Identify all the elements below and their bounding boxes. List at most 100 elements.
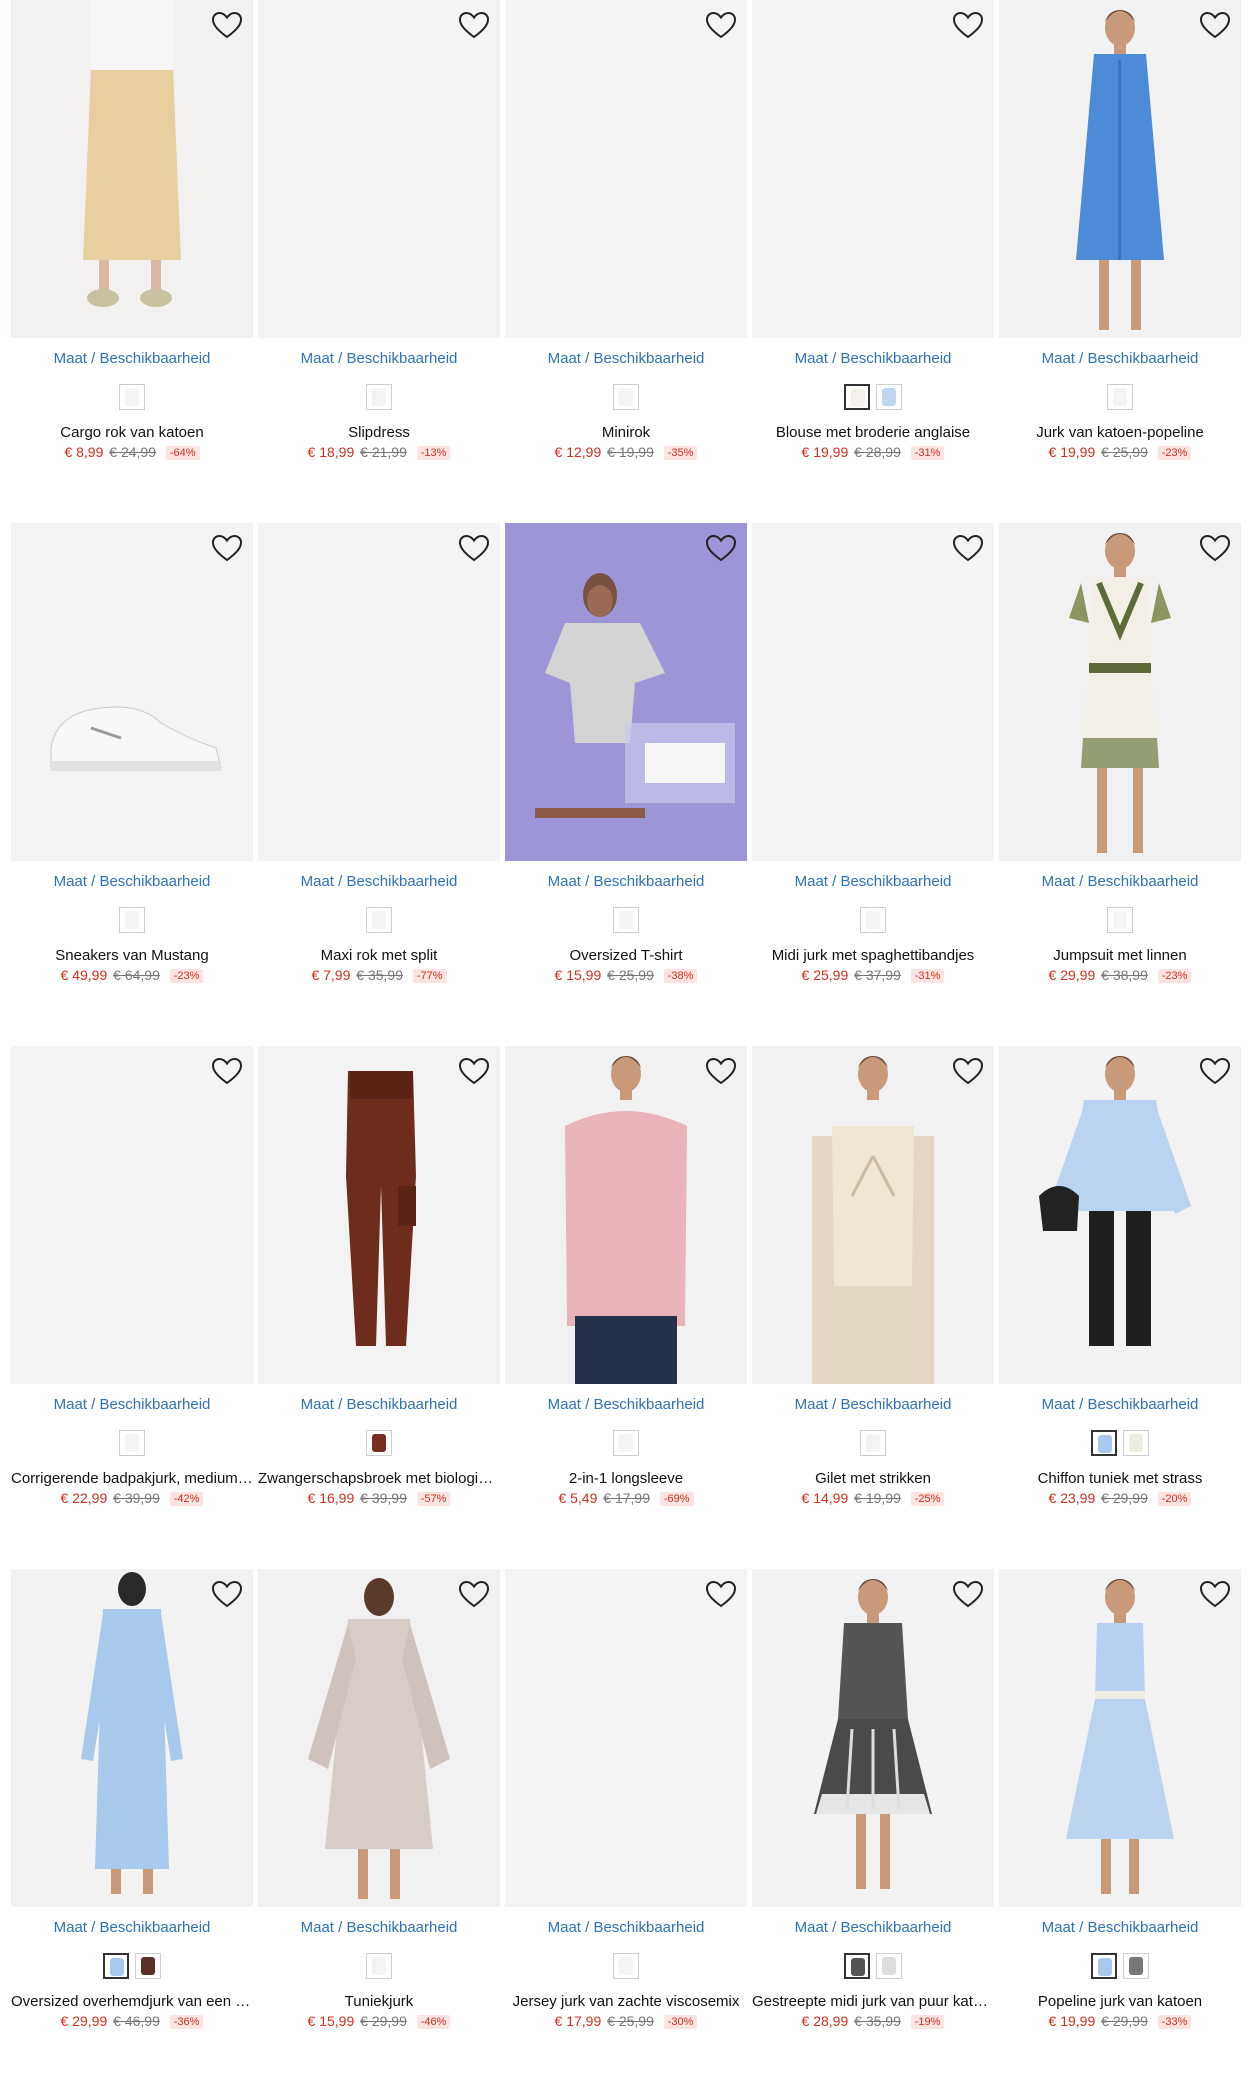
color-swatch[interactable] [1091,1953,1117,1979]
wishlist-heart-icon[interactable] [952,533,984,563]
size-availability-link[interactable]: Maat / Beschikbaarheid [752,873,994,890]
size-availability-link[interactable]: Maat / Beschikbaarheid [505,873,747,890]
size-availability-link[interactable]: Maat / Beschikbaarheid [11,1919,253,1936]
product-title[interactable]: Midi jurk met spaghettibandjes [752,947,994,964]
product-image[interactable] [505,1569,747,1907]
product-title[interactable]: Popeline jurk van katoen [999,1993,1241,2010]
product-card[interactable]: Maat / Beschikbaarheid Maxi rok met spli… [258,523,500,993]
product-title[interactable]: Maxi rok met split [258,947,500,964]
size-availability-link[interactable]: Maat / Beschikbaarheid [752,1396,994,1413]
product-title[interactable]: Jumpsuit met linnen [999,947,1241,964]
wishlist-heart-icon[interactable] [458,533,490,563]
product-card[interactable]: Maat / Beschikbaarheid Jurk van katoen-p… [999,0,1241,470]
wishlist-heart-icon[interactable] [1199,1056,1231,1086]
product-title[interactable]: Jersey jurk van zachte viscosemix [505,1993,747,2010]
product-title[interactable]: Minirok [505,424,747,441]
product-card[interactable]: Maat / Beschikbaarheid Sneakers van Must… [11,523,253,993]
product-title[interactable]: Sneakers van Mustang [11,947,253,964]
wishlist-heart-icon[interactable] [458,10,490,40]
product-title[interactable]: Zwangerschapsbroek met biologisc… [258,1470,500,1487]
color-swatch[interactable] [613,1953,639,1979]
product-card[interactable]: Maat / Beschikbaarheid Minirok € 12,99 €… [505,0,747,470]
product-card[interactable]: Maat / Beschikbaarheid Zwangerschapsbroe… [258,1046,500,1516]
wishlist-heart-icon[interactable] [952,1056,984,1086]
size-availability-link[interactable]: Maat / Beschikbaarheid [999,1919,1241,1936]
product-image[interactable] [258,1569,500,1907]
product-image[interactable] [505,1046,747,1384]
product-title[interactable]: Jurk van katoen-popeline [999,424,1241,441]
size-availability-link[interactable]: Maat / Beschikbaarheid [258,350,500,367]
color-swatch[interactable] [844,1953,870,1979]
size-availability-link[interactable]: Maat / Beschikbaarheid [11,873,253,890]
color-swatch[interactable] [860,907,886,933]
product-image[interactable] [258,523,500,861]
product-title[interactable]: Chiffon tuniek met strass [999,1470,1241,1487]
product-image[interactable] [752,1569,994,1907]
color-swatch[interactable] [119,1430,145,1456]
product-card[interactable]: Maat / Beschikbaarheid 2-in-1 longsleeve… [505,1046,747,1516]
product-image[interactable] [999,1569,1241,1907]
product-title[interactable]: Cargo rok van katoen [11,424,253,441]
wishlist-heart-icon[interactable] [211,10,243,40]
wishlist-heart-icon[interactable] [211,533,243,563]
color-swatch[interactable] [135,1953,161,1979]
color-swatch[interactable] [613,1430,639,1456]
size-availability-link[interactable]: Maat / Beschikbaarheid [752,350,994,367]
product-title[interactable]: Gilet met strikken [752,1470,994,1487]
product-image[interactable] [999,1046,1241,1384]
product-title[interactable]: Oversized T-shirt [505,947,747,964]
size-availability-link[interactable]: Maat / Beschikbaarheid [999,350,1241,367]
product-image[interactable] [752,1046,994,1384]
product-title[interactable]: Oversized overhemdjurk van een vi… [11,1993,253,2010]
product-image[interactable] [258,1046,500,1384]
color-swatch[interactable] [366,384,392,410]
product-image[interactable] [11,1046,253,1384]
color-swatch[interactable] [1107,907,1133,933]
size-availability-link[interactable]: Maat / Beschikbaarheid [11,350,253,367]
color-swatch[interactable] [613,384,639,410]
product-title[interactable]: Gestreepte midi jurk van puur katoen [752,1993,994,2010]
product-card[interactable]: Maat / Beschikbaarheid Slipdress € 18,99… [258,0,500,470]
color-swatch[interactable] [366,1430,392,1456]
wishlist-heart-icon[interactable] [211,1579,243,1609]
wishlist-heart-icon[interactable] [705,10,737,40]
product-image[interactable] [505,523,747,861]
color-swatch[interactable] [103,1953,129,1979]
product-card[interactable]: Maat / Beschikbaarheid Jumpsuit met linn… [999,523,1241,993]
color-swatch[interactable] [613,907,639,933]
color-swatch[interactable] [876,384,902,410]
product-image[interactable] [752,0,994,338]
color-swatch[interactable] [844,384,870,410]
wishlist-heart-icon[interactable] [705,533,737,563]
product-title[interactable]: Corrigerende badpakjurk, medium … [11,1470,253,1487]
product-image[interactable] [505,0,747,338]
product-image[interactable] [752,523,994,861]
size-availability-link[interactable]: Maat / Beschikbaarheid [999,873,1241,890]
size-availability-link[interactable]: Maat / Beschikbaarheid [11,1396,253,1413]
size-availability-link[interactable]: Maat / Beschikbaarheid [752,1919,994,1936]
product-card[interactable]: Maat / Beschikbaarheid Gestreepte midi j… [752,1569,994,2039]
product-card[interactable]: Maat / Beschikbaarheid Popeline jurk van… [999,1569,1241,2039]
product-card[interactable]: Maat / Beschikbaarheid Tuniekjurk € 15,9… [258,1569,500,2039]
wishlist-heart-icon[interactable] [458,1056,490,1086]
wishlist-heart-icon[interactable] [1199,10,1231,40]
size-availability-link[interactable]: Maat / Beschikbaarheid [999,1396,1241,1413]
wishlist-heart-icon[interactable] [705,1579,737,1609]
size-availability-link[interactable]: Maat / Beschikbaarheid [505,350,747,367]
color-swatch[interactable] [1123,1430,1149,1456]
product-image[interactable] [11,523,253,861]
product-card[interactable]: Maat / Beschikbaarheid Blouse met broder… [752,0,994,470]
color-swatch[interactable] [119,384,145,410]
product-title[interactable]: Slipdress [258,424,500,441]
color-swatch[interactable] [1107,384,1133,410]
size-availability-link[interactable]: Maat / Beschikbaarheid [258,1919,500,1936]
product-card[interactable]: Maat / Beschikbaarheid Oversized overhem… [11,1569,253,2039]
product-card[interactable]: Maat / Beschikbaarheid Cargo rok van kat… [11,0,253,470]
product-image[interactable] [999,0,1241,338]
product-card[interactable]: Maat / Beschikbaarheid Oversized T-shirt… [505,523,747,993]
wishlist-heart-icon[interactable] [458,1579,490,1609]
wishlist-heart-icon[interactable] [952,10,984,40]
color-swatch[interactable] [119,907,145,933]
product-title[interactable]: Tuniekjurk [258,1993,500,2010]
size-availability-link[interactable]: Maat / Beschikbaarheid [505,1919,747,1936]
